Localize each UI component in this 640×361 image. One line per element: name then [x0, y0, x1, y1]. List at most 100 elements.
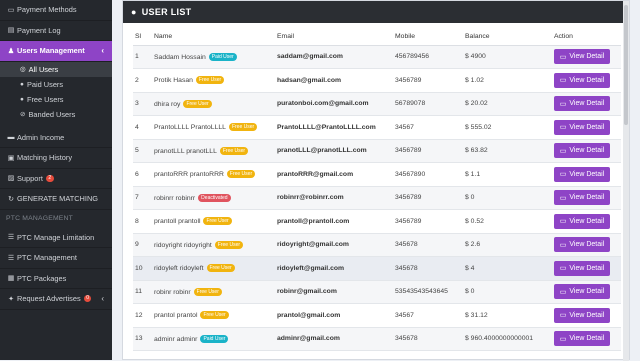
- view-detail-button[interactable]: ▭ View Detail: [554, 307, 610, 323]
- bullhorn-icon: ✦: [8, 295, 14, 303]
- sidebar-subitem-all-users[interactable]: ◎ All Users: [0, 61, 112, 77]
- cell-name: Saddam Hossain Paid User: [152, 45, 275, 69]
- table-row: 2 Protik Hasan Free User hadsan@gmail.com 34…: [133, 68, 621, 93]
- monitor-icon: ▭: [559, 218, 567, 226]
- view-detail-button[interactable]: ▭ View Detail: [554, 166, 610, 182]
- status-badge: Free User: [206, 264, 235, 273]
- view-detail-button[interactable]: ▭ View Detail: [554, 260, 610, 276]
- sidebar-item-matching-history[interactable]: ▣ Matching History: [0, 148, 112, 169]
- view-detail-button[interactable]: ▭ View Detail: [554, 213, 610, 229]
- sidebar-item-ptc-packages[interactable]: ▦ PTC Packages: [0, 269, 112, 289]
- cell-email: pranotLLL@pranotLLL.com: [275, 139, 393, 163]
- view-detail-button[interactable]: ▭ View Detail: [554, 237, 610, 253]
- column-header-mobile: Mobile: [393, 29, 463, 46]
- monitor-icon: ▭: [559, 265, 567, 273]
- cell-balance: $ 960.4000000000001: [463, 327, 552, 351]
- cell-email: prantoRRR@gmail.com: [275, 162, 393, 187]
- sidebar-item-label: Matching History: [17, 153, 73, 163]
- view-detail-label: View Detail: [569, 170, 605, 178]
- view-detail-button[interactable]: ▭ View Detail: [554, 96, 610, 112]
- status-badge: Free User: [203, 217, 232, 226]
- scrollbar-thumb[interactable]: [624, 5, 628, 125]
- view-detail-button[interactable]: ▭ View Detail: [554, 284, 610, 300]
- cell-email: PrantoLLLL@PrantoLLLL.com: [275, 115, 393, 140]
- view-detail-button[interactable]: ▭ View Detail: [554, 143, 610, 159]
- monitor-icon: ▭: [559, 335, 567, 343]
- user-list-card: ● USER LIST Sl Name Email Mobile Balance…: [122, 0, 630, 361]
- card-title: USER LIST: [141, 7, 192, 17]
- view-detail-button[interactable]: ▭ View Detail: [554, 331, 610, 347]
- status-badge: Free User: [195, 76, 225, 85]
- view-detail-button[interactable]: ▭ View Detail: [554, 49, 610, 65]
- cell-mobile: 34567890: [393, 162, 463, 187]
- cell-sl: 1: [133, 45, 152, 69]
- sidebar-item-users-management[interactable]: ♟ Users Management ‹: [0, 41, 112, 62]
- sidebar-item-ptc-manage-limitation[interactable]: ☰ PTC Manage Limitation: [0, 228, 112, 248]
- monitor-icon: ▭: [559, 53, 567, 61]
- cell-email: puratonboi.com@gmail.com: [275, 92, 393, 116]
- user-name: PrantoLLLL PrantoLLLL: [154, 124, 226, 132]
- cell-email: hadsan@gmail.com: [275, 68, 393, 93]
- sidebar-item-label: Users Management: [17, 46, 85, 56]
- sidebar-item-payment-methods[interactable]: ▭ Payment Methods: [0, 0, 112, 21]
- sidebar-subitem-paid-users[interactable]: ● Paid Users: [0, 77, 112, 92]
- view-detail-label: View Detail: [569, 241, 605, 249]
- view-detail-button[interactable]: ▭ View Detail: [554, 119, 610, 135]
- cell-sl: 8: [133, 209, 152, 234]
- user-name: robinr robinr: [154, 288, 191, 296]
- status-badge: Free User: [228, 123, 258, 132]
- monitor-icon: ▭: [559, 171, 567, 179]
- user-name: prantoll prantoll: [154, 218, 201, 226]
- table-row: 1 Saddam Hossain Paid User saddam@gmail.com…: [133, 45, 621, 69]
- cell-name: PrantoLLLL PrantoLLLL Free User: [152, 115, 275, 140]
- sidebar-subitem-banded-users[interactable]: ⊘ Banded Users: [0, 107, 112, 122]
- cell-name: pranotLLL pranotLLL Free User: [152, 139, 275, 163]
- status-badge: Free User: [200, 311, 229, 320]
- sidebar-subitem-label: Free Users: [26, 94, 64, 104]
- cell-balance: $ 31.12: [463, 303, 552, 328]
- card-icon: ▭: [7, 6, 15, 14]
- cell-name: prantol prantol Free User: [152, 303, 275, 328]
- view-detail-label: View Detail: [569, 311, 605, 319]
- cell-action: ▭ View Detail: [552, 186, 621, 210]
- sidebar-item-generate-matching[interactable]: ↻ GENERATE MATCHING: [0, 189, 112, 210]
- user-name: pranotLLL pranotLLL: [154, 147, 217, 155]
- sidebar-item-label: GENERATE MATCHING: [17, 194, 99, 204]
- column-header-sl: Sl: [133, 29, 152, 46]
- sidebar-item-admin-income[interactable]: ▬ Admin Income: [0, 128, 112, 148]
- cell-action: ▭ View Detail: [552, 327, 621, 351]
- sidebar-subitem-free-users[interactable]: ● Free Users: [0, 92, 112, 107]
- chevron-left-icon: ‹: [101, 46, 104, 56]
- table-header-row: Sl Name Email Mobile Balance Action: [133, 29, 621, 46]
- cell-email: ridoyright@gmail.com: [275, 233, 393, 257]
- view-detail-label: View Detail: [569, 288, 605, 296]
- sidebar-item-request-advertises[interactable]: ✦ Request Advertises 0 ‹: [0, 289, 112, 310]
- cell-balance: $ 4900: [463, 45, 552, 69]
- scrollbar[interactable]: [623, 1, 629, 361]
- cell-sl: 10: [133, 256, 152, 281]
- user-name: prantol prantol: [154, 312, 198, 320]
- view-detail-button[interactable]: ▭ View Detail: [554, 72, 610, 88]
- cell-email: ridoyleft@gmail.com: [275, 256, 393, 281]
- sidebar-item-payment-log[interactable]: ▤ Payment Log: [0, 21, 112, 41]
- card-header: ● USER LIST: [123, 1, 629, 23]
- cell-balance: $ 1.02: [463, 68, 552, 93]
- user-icon: ●: [20, 80, 24, 88]
- monitor-icon: ▭: [559, 100, 567, 108]
- column-header-action: Action: [552, 29, 621, 46]
- table-row: 11 robinr robinr Free User robinr@gmail.com…: [133, 280, 621, 304]
- cell-action: ▭ View Detail: [552, 256, 621, 281]
- cell-mobile: 456789456: [393, 45, 463, 69]
- list-icon: ☰: [7, 254, 15, 262]
- cell-balance: $ 555.02: [463, 115, 552, 140]
- status-badge: Free User: [183, 99, 212, 108]
- sidebar-section-header: PTC MANAGEMENT: [6, 215, 73, 222]
- view-detail-button[interactable]: ▭ View Detail: [554, 190, 610, 206]
- view-detail-label: View Detail: [569, 264, 605, 272]
- sidebar-item-ptc-management[interactable]: ☰ PTC Management: [0, 248, 112, 269]
- cell-balance: $ 63.82: [463, 139, 552, 163]
- sidebar-subitem-label: Banded Users: [28, 109, 76, 119]
- sidebar-item-support[interactable]: ▨ Support 2: [0, 169, 112, 189]
- list-icon: ☰: [7, 234, 15, 242]
- cell-balance: $ 2.6: [463, 233, 552, 257]
